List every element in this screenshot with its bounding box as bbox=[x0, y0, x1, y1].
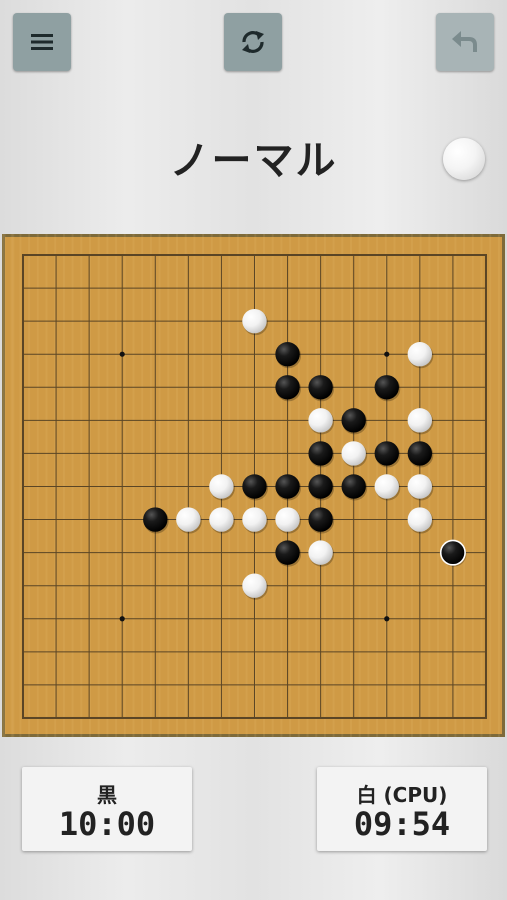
black-stone bbox=[374, 375, 399, 400]
black-player-timer: 黒 10:00 bbox=[22, 767, 192, 851]
black-player-time: 10:00 bbox=[58, 805, 156, 843]
board-grid[interactable] bbox=[2, 234, 505, 737]
white-stone bbox=[308, 408, 333, 433]
black-stone bbox=[308, 507, 333, 532]
refresh-icon bbox=[239, 28, 267, 56]
white-stone bbox=[242, 308, 267, 334]
white-stone bbox=[407, 408, 433, 433]
black-player-label: 黒 bbox=[97, 783, 117, 807]
black-stone bbox=[308, 474, 333, 499]
white-stone bbox=[242, 573, 267, 598]
star-point bbox=[119, 616, 125, 622]
black-stone bbox=[308, 441, 333, 466]
black-stone bbox=[242, 474, 267, 499]
black-stone bbox=[275, 342, 300, 367]
black-stone bbox=[143, 507, 168, 532]
white-stone bbox=[407, 507, 433, 532]
black-stone bbox=[308, 375, 333, 400]
game-mode-title: ノーマル bbox=[169, 138, 338, 184]
gomoku-board[interactable] bbox=[2, 234, 505, 737]
white-stone bbox=[308, 540, 333, 565]
white-stone bbox=[209, 507, 234, 532]
white-player-time: 09:54 bbox=[353, 805, 451, 843]
white-stone bbox=[275, 507, 300, 532]
white-stone bbox=[341, 441, 366, 466]
black-stone bbox=[374, 441, 399, 466]
white-stone bbox=[209, 474, 234, 499]
white-stone bbox=[176, 507, 201, 532]
black-stone bbox=[275, 540, 300, 565]
black-stone bbox=[275, 375, 300, 400]
hamburger-menu-icon bbox=[29, 31, 55, 53]
black-stone bbox=[341, 408, 366, 433]
black-stone bbox=[341, 474, 366, 499]
white-player-label: 白 (CPU) bbox=[356, 783, 448, 807]
white-stone bbox=[407, 342, 433, 367]
white-stone bbox=[374, 474, 399, 499]
undo-button[interactable] bbox=[436, 13, 494, 71]
star-point bbox=[384, 616, 390, 622]
undo-arrow-icon bbox=[450, 28, 480, 56]
black-stone bbox=[407, 441, 433, 466]
white-stone bbox=[407, 474, 433, 499]
current-turn-white-stone-icon bbox=[443, 138, 485, 180]
menu-button[interactable] bbox=[13, 13, 71, 71]
restart-button[interactable] bbox=[224, 13, 282, 71]
white-player-timer: 白 (CPU) 09:54 bbox=[317, 767, 487, 851]
star-point bbox=[119, 351, 125, 357]
black-stone bbox=[275, 474, 300, 499]
star-point bbox=[384, 351, 390, 357]
white-stone bbox=[242, 507, 267, 532]
